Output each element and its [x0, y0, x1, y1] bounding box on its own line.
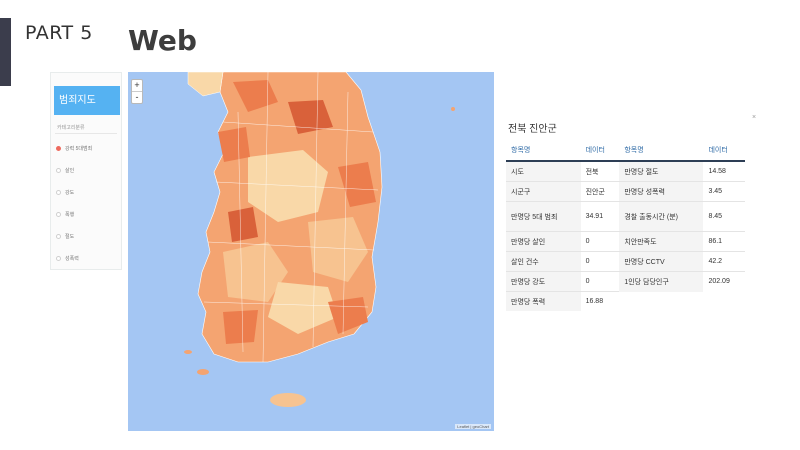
category-option-label: 절도	[65, 233, 75, 240]
category-sidebar: 범죄지도 카테고리분류 강력 5대범죄 살인 강도 폭행 절도 성폭력	[50, 72, 122, 270]
table-row: 시도 전북 만명당 절도 14.58	[506, 160, 745, 182]
zoom-control: + -	[131, 79, 143, 104]
column-header: 항목명	[506, 140, 581, 162]
table-row: 시군구 진안군 만명당 성폭력 3.45	[506, 181, 745, 202]
crime-choropleth-map[interactable]: + - Leaflet | geoChart	[128, 72, 494, 431]
table-row: 만명당 폭력 16.88	[506, 291, 745, 311]
table-row: 만명당 5대 범죄 34.91 경찰 출동시간 (분) 8.45	[506, 201, 745, 232]
radio-unchecked-icon[interactable]	[56, 233, 61, 239]
radio-unchecked-icon[interactable]	[56, 189, 61, 195]
category-option-theft[interactable]: 절도	[56, 231, 74, 241]
row-label: 시도	[506, 160, 581, 182]
radio-unchecked-icon[interactable]	[56, 255, 61, 261]
row-value: 202.09	[703, 271, 745, 292]
row-label: 만명당 살인	[506, 231, 581, 252]
row-label: 만명당 성폭력	[619, 181, 704, 202]
row-value: 3.45	[703, 181, 745, 202]
row-value: 16.88	[580, 291, 620, 311]
category-option-label: 강력 5대범죄	[65, 145, 93, 152]
category-option-violent5[interactable]: 강력 5대범죄	[56, 143, 92, 153]
column-header: 데이터	[703, 140, 745, 162]
row-value: 42.2	[703, 251, 745, 272]
category-option-label: 살인	[65, 167, 75, 174]
row-label: 만명당 폭력	[506, 291, 581, 311]
row-value: 0	[580, 271, 620, 292]
row-label: 1인당 담당인구	[619, 271, 704, 292]
empty-cell	[619, 291, 704, 311]
category-option-robbery[interactable]: 강도	[56, 187, 74, 197]
region-stats-table: 항목명 데이터 항목명 데이터 시도 전북 만명당 절도 14.58 시군구 진…	[506, 140, 745, 311]
category-option-label: 강도	[65, 189, 75, 196]
row-value: 0	[580, 251, 620, 272]
sidebar-divider	[55, 133, 117, 134]
category-option-murder[interactable]: 살인	[56, 165, 74, 175]
row-label: 살인 건수	[506, 251, 581, 272]
zoom-in-button[interactable]: +	[132, 80, 142, 91]
sidebar-title: 범죄지도	[54, 86, 120, 115]
category-option-label: 성폭력	[65, 255, 79, 262]
table-row: 살인 건수 0 만명당 CCTV 42.2	[506, 251, 745, 272]
row-value: 전북	[580, 160, 620, 182]
zoom-out-button[interactable]: -	[132, 91, 142, 103]
row-value: 진안군	[580, 181, 620, 202]
row-label: 만명당 CCTV	[619, 251, 704, 272]
part-label: PART 5	[25, 22, 93, 44]
close-icon[interactable]: ×	[752, 114, 756, 121]
row-label: 만명당 5대 범죄	[506, 201, 581, 232]
column-header: 데이터	[580, 140, 620, 162]
row-label: 치안만족도	[619, 231, 704, 252]
part-accent-bar	[0, 18, 11, 86]
row-value: 86.1	[703, 231, 745, 252]
category-option-assault[interactable]: 폭행	[56, 209, 74, 219]
row-value: 14.58	[703, 160, 745, 182]
radio-unchecked-icon[interactable]	[56, 211, 61, 217]
row-label: 시군구	[506, 181, 581, 202]
row-label: 만명당 절도	[619, 160, 704, 182]
table-header-row: 항목명 데이터 항목명 데이터	[506, 140, 745, 162]
radio-unchecked-icon[interactable]	[56, 167, 61, 173]
row-value: 0	[580, 231, 620, 252]
row-value: 34.91	[580, 201, 620, 232]
category-option-sexual-violence[interactable]: 성폭력	[56, 253, 79, 263]
category-option-label: 폭행	[65, 211, 75, 218]
empty-cell	[703, 291, 745, 311]
page-title: Web	[128, 24, 197, 57]
table-row: 만명당 강도 0 1인당 담당인구 202.09	[506, 271, 745, 292]
radio-checked-icon[interactable]	[56, 145, 61, 151]
row-label: 경찰 출동시간 (분)	[619, 201, 704, 232]
map-attribution[interactable]: Leaflet | geoChart	[455, 424, 491, 429]
table-row: 만명당 살인 0 치안만족도 86.1	[506, 231, 745, 252]
row-value: 8.45	[703, 201, 745, 232]
column-header: 항목명	[619, 140, 704, 162]
korea-map-graphic[interactable]	[128, 72, 494, 431]
region-title: 전북 진안군	[508, 124, 557, 135]
sidebar-subtitle: 카테고리분류	[57, 125, 85, 131]
row-label: 만명당 강도	[506, 271, 581, 292]
